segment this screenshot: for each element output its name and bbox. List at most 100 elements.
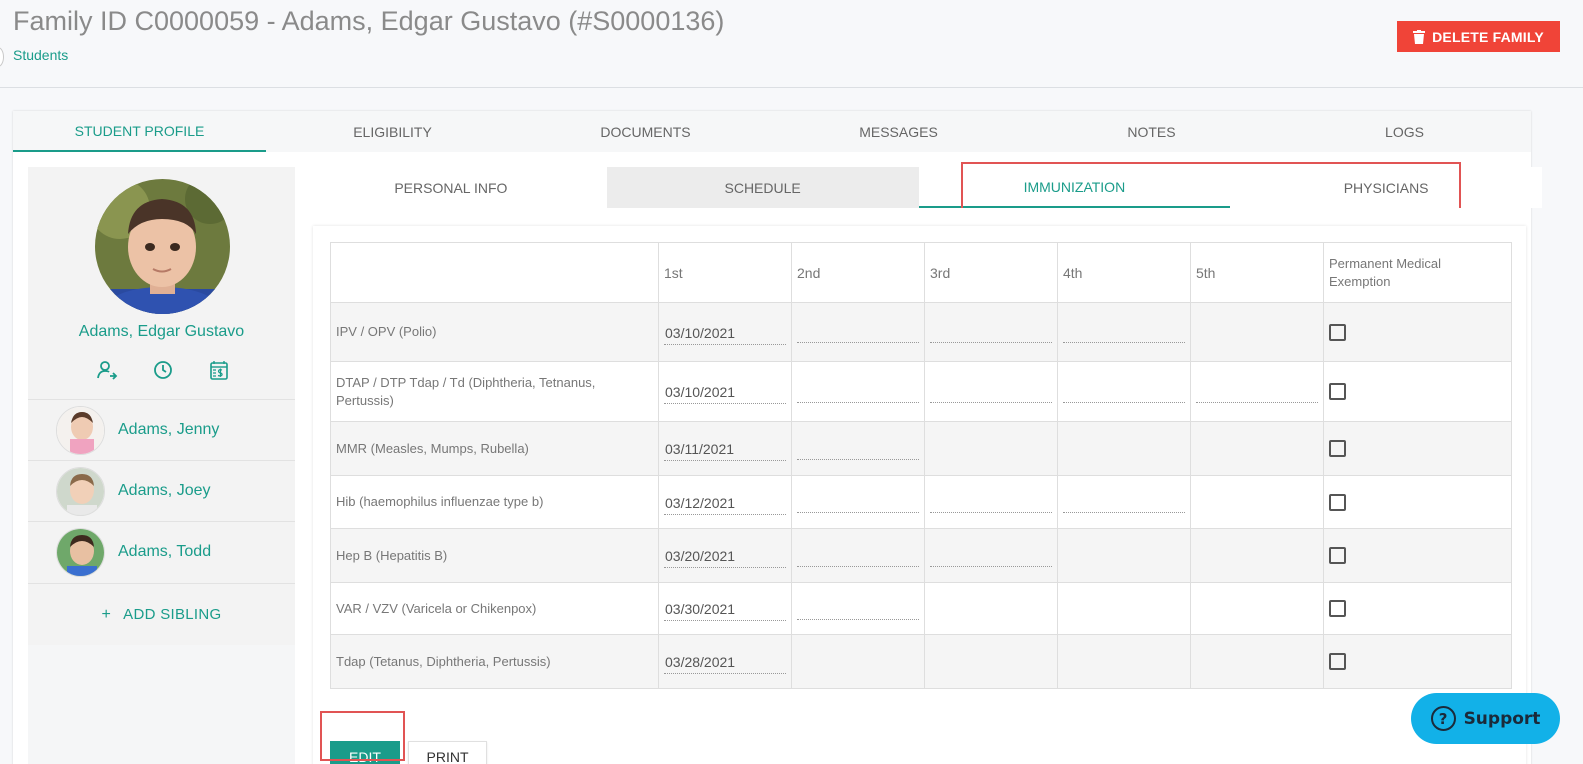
student-actions bbox=[96, 359, 230, 383]
dose-date[interactable]: 03/28/2021 bbox=[664, 649, 786, 674]
sibling-avatar bbox=[56, 527, 105, 577]
dose-date-empty[interactable] bbox=[797, 381, 919, 403]
dose-5-cell[interactable] bbox=[1190, 361, 1324, 422]
exemption-cell bbox=[1323, 302, 1512, 362]
table-row: IPV / OPV (Polio) 03/10/2021 bbox=[330, 302, 1512, 362]
dose-date-empty[interactable] bbox=[797, 491, 919, 513]
print-button[interactable]: PRINT bbox=[408, 741, 487, 764]
sibling-item[interactable]: Adams, Todd bbox=[28, 521, 295, 582]
dose-date[interactable]: 03/30/2021 bbox=[664, 596, 786, 621]
dose-3-cell bbox=[924, 582, 1058, 635]
dose-date-empty[interactable] bbox=[797, 545, 919, 567]
delete-family-button[interactable]: DELETE FAMILY bbox=[1397, 21, 1560, 52]
dose-2-cell[interactable] bbox=[791, 528, 925, 583]
dose-3-cell[interactable] bbox=[924, 528, 1058, 583]
dose-1-cell[interactable]: 03/11/2021 bbox=[658, 421, 792, 476]
tab-messages[interactable]: MESSAGES bbox=[772, 111, 1025, 152]
exemption-checkbox[interactable] bbox=[1329, 440, 1346, 457]
exemption-checkbox[interactable] bbox=[1329, 323, 1346, 341]
student-card: STUDENT PROFILE ELIGIBILITY DOCUMENTS ME… bbox=[13, 111, 1542, 764]
vaccine-name: Hep B (Hepatitis B) bbox=[330, 528, 659, 583]
dose-date-empty[interactable] bbox=[1063, 381, 1185, 403]
column-header: Permanent Medical Exemption bbox=[1323, 242, 1512, 303]
dose-3-cell bbox=[924, 634, 1058, 689]
dose-4-cell[interactable] bbox=[1057, 302, 1191, 362]
edit-highlight-annotation bbox=[320, 711, 405, 761]
immunization-table: 1st 2nd 3rd 4th 5th Permanent Medical Ex… bbox=[330, 242, 1512, 689]
exemption-checkbox[interactable] bbox=[1329, 493, 1346, 511]
dose-date-empty[interactable] bbox=[797, 438, 919, 460]
dose-2-cell[interactable] bbox=[791, 302, 925, 362]
page-title: Family ID C0000059 - Adams, Edgar Gustav… bbox=[13, 6, 725, 36]
dose-date-empty[interactable] bbox=[1063, 321, 1185, 343]
tab-student-profile[interactable]: STUDENT PROFILE bbox=[13, 111, 266, 152]
dose-1-cell[interactable]: 03/30/2021 bbox=[658, 582, 792, 635]
column-header bbox=[330, 242, 659, 303]
sibling-name: Adams, Jenny bbox=[118, 421, 220, 438]
dose-3-cell[interactable] bbox=[924, 475, 1058, 529]
breadcrumb-toggle[interactable] bbox=[0, 47, 4, 67]
breadcrumb-students[interactable]: Students bbox=[13, 47, 68, 63]
help-icon: ? bbox=[1430, 706, 1456, 731]
dose-date-empty[interactable] bbox=[797, 598, 919, 620]
vaccine-name: IPV / OPV (Polio) bbox=[330, 302, 659, 362]
user-transfer-icon[interactable] bbox=[96, 359, 118, 381]
dose-date-empty[interactable] bbox=[930, 545, 1052, 567]
tab-documents[interactable]: DOCUMENTS bbox=[519, 111, 772, 152]
dose-2-cell[interactable] bbox=[791, 475, 925, 529]
dose-date[interactable]: 03/20/2021 bbox=[664, 543, 786, 568]
dose-date[interactable]: 03/10/2021 bbox=[664, 379, 786, 404]
exemption-checkbox[interactable] bbox=[1329, 383, 1346, 400]
dose-4-cell[interactable] bbox=[1057, 361, 1191, 422]
tab-eligibility[interactable]: ELIGIBILITY bbox=[266, 111, 519, 152]
dose-1-cell[interactable]: 03/12/2021 bbox=[658, 475, 792, 529]
tab-notes[interactable]: NOTES bbox=[1025, 111, 1278, 152]
sibling-avatar bbox=[56, 466, 105, 516]
student-photo bbox=[95, 179, 230, 314]
dose-date[interactable]: 03/11/2021 bbox=[664, 436, 786, 461]
billing-icon[interactable] bbox=[208, 359, 230, 381]
dose-1-cell[interactable]: 03/20/2021 bbox=[658, 528, 792, 583]
dose-1-cell[interactable]: 03/10/2021 bbox=[658, 302, 792, 362]
dose-2-cell bbox=[791, 634, 925, 689]
dose-date-empty[interactable] bbox=[1196, 381, 1318, 403]
dose-date[interactable]: 03/12/2021 bbox=[664, 490, 786, 515]
vaccine-name: DTAP / DTP Tdap / Td (Diphtheria, Tetnan… bbox=[330, 361, 659, 422]
dose-4-cell bbox=[1057, 421, 1191, 476]
exemption-cell bbox=[1323, 528, 1512, 583]
exemption-cell bbox=[1323, 582, 1512, 635]
tab-logs[interactable]: LOGS bbox=[1278, 111, 1531, 152]
student-name[interactable]: Adams, Edgar Gustavo bbox=[28, 323, 295, 341]
support-button[interactable]: ? Support bbox=[1411, 693, 1560, 744]
table-row: VAR / VZV (Varicela or Chikenpox) 03/30/… bbox=[330, 582, 1512, 635]
sibling-item[interactable]: Adams, Joey bbox=[28, 460, 295, 521]
dose-date-empty[interactable] bbox=[930, 321, 1052, 343]
exemption-checkbox[interactable] bbox=[1329, 547, 1346, 564]
dose-2-cell[interactable] bbox=[791, 421, 925, 476]
table-row: Hep B (Hepatitis B) 03/20/2021 bbox=[330, 528, 1512, 583]
sibling-item[interactable]: Adams, Jenny bbox=[28, 399, 295, 460]
tab-schedule[interactable]: SCHEDULE bbox=[606, 167, 919, 208]
dose-1-cell[interactable]: 03/28/2021 bbox=[658, 634, 792, 689]
main-tabs: STUDENT PROFILE ELIGIBILITY DOCUMENTS ME… bbox=[13, 111, 1531, 152]
exemption-checkbox[interactable] bbox=[1329, 600, 1346, 617]
profile-area: Adams, Edgar Gustavo Adams, Jenny Adams,… bbox=[28, 162, 1542, 764]
table-row: Hib (haemophilus influenzae type b) 03/1… bbox=[330, 475, 1512, 529]
dose-date[interactable]: 03/10/2021 bbox=[664, 320, 786, 345]
dose-date-empty[interactable] bbox=[797, 321, 919, 343]
clock-icon[interactable] bbox=[152, 359, 174, 381]
dose-2-cell[interactable] bbox=[791, 361, 925, 422]
dose-3-cell[interactable] bbox=[924, 361, 1058, 422]
exemption-checkbox[interactable] bbox=[1329, 653, 1346, 670]
dose-2-cell[interactable] bbox=[791, 582, 925, 635]
add-sibling-button[interactable]: + ADD SIBLING bbox=[28, 583, 295, 645]
tab-personal-info[interactable]: PERSONAL INFO bbox=[295, 167, 607, 208]
dose-1-cell[interactable]: 03/10/2021 bbox=[658, 361, 792, 422]
dose-date-empty[interactable] bbox=[930, 381, 1052, 403]
dose-date-empty[interactable] bbox=[930, 491, 1052, 513]
dose-date-empty[interactable] bbox=[1063, 491, 1185, 513]
dose-3-cell[interactable] bbox=[924, 302, 1058, 362]
immunization-panel: 1st 2nd 3rd 4th 5th Permanent Medical Ex… bbox=[313, 226, 1526, 764]
dose-4-cell[interactable] bbox=[1057, 475, 1191, 529]
sibling-name: Adams, Joey bbox=[118, 482, 211, 499]
